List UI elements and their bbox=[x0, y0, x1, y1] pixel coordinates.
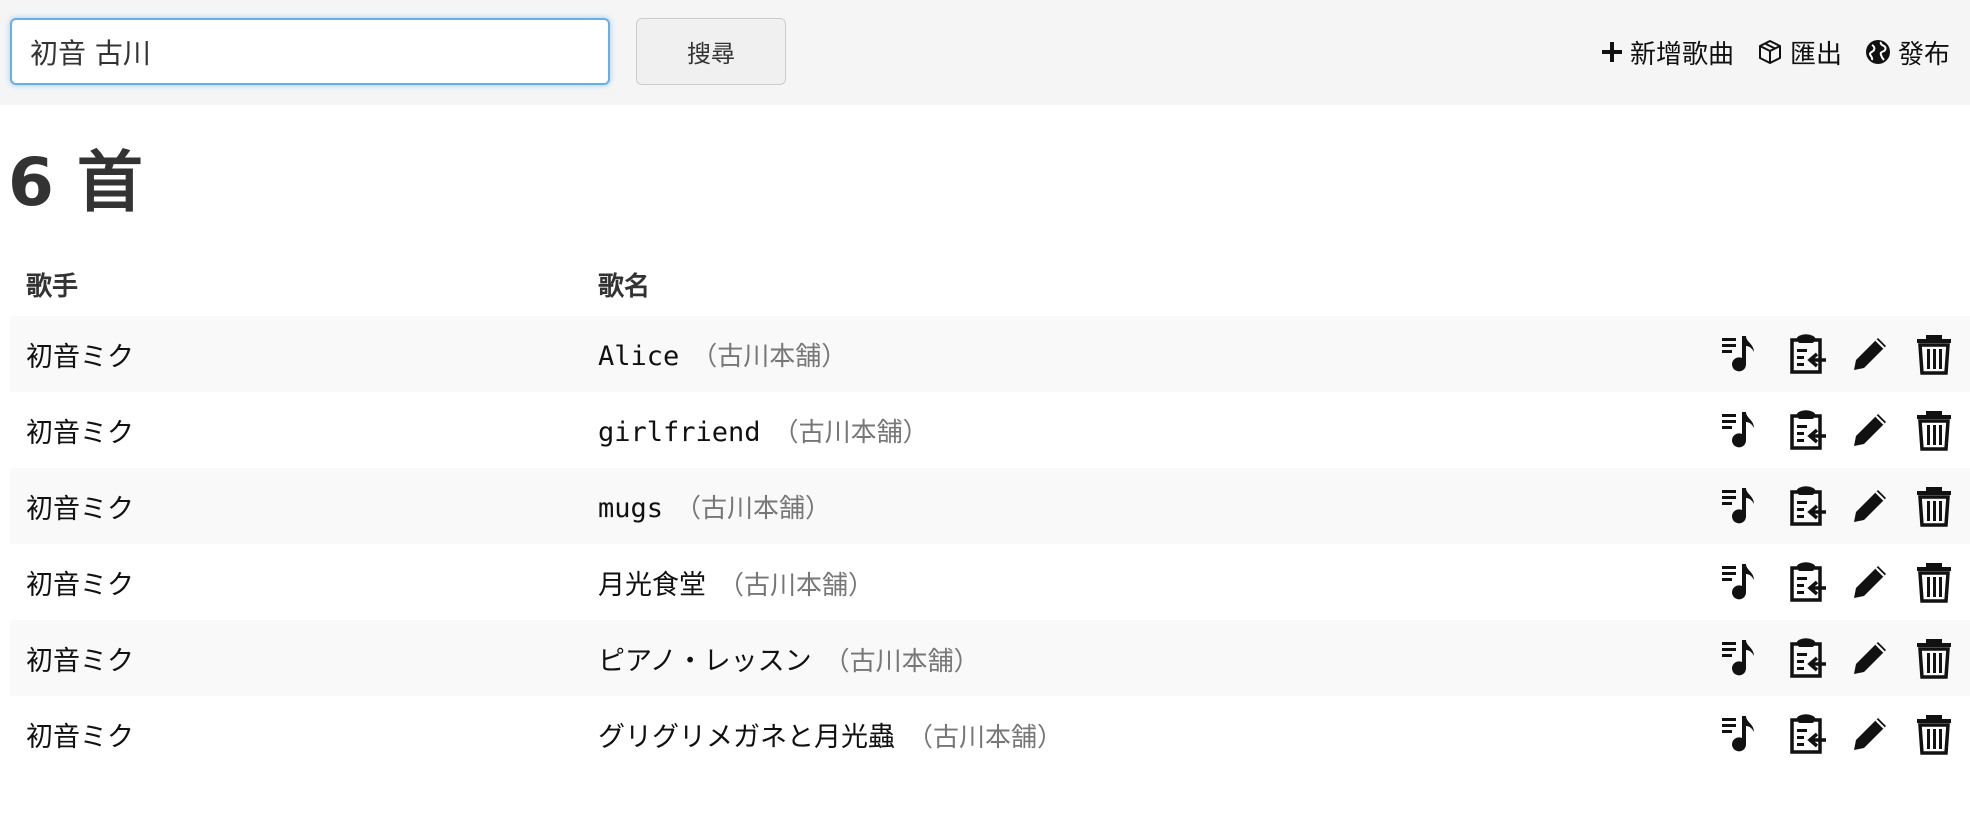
table-header: 歌手 歌名 bbox=[10, 252, 1970, 316]
row-actions bbox=[1720, 332, 1970, 376]
table-row: 初音ミク mugs （古川本舗） bbox=[10, 468, 1970, 544]
trash-icon[interactable] bbox=[1912, 560, 1956, 604]
title-cell: グリグリメガネと月光蟲 （古川本舗） bbox=[598, 715, 1720, 754]
trash-icon[interactable] bbox=[1912, 408, 1956, 452]
add-song-button[interactable]: 新增歌曲 bbox=[1600, 34, 1734, 71]
trash-icon[interactable] bbox=[1912, 484, 1956, 528]
row-actions bbox=[1720, 484, 1970, 528]
clipboard-import-icon[interactable] bbox=[1784, 636, 1828, 680]
playlist-music-icon[interactable] bbox=[1720, 712, 1764, 756]
globe-icon bbox=[1864, 38, 1892, 66]
table-row: 初音ミク girlfriend （古川本舗） bbox=[10, 392, 1970, 468]
song-title: girlfriend bbox=[598, 416, 761, 448]
artist-cell: 初音ミク bbox=[26, 721, 134, 753]
title-cell: 月光食堂 （古川本舗） bbox=[598, 563, 1720, 602]
title-cell: ピアノ・レッスン （古川本舗） bbox=[598, 639, 1720, 678]
artist-cell: 初音ミク bbox=[26, 417, 134, 449]
song-title: ピアノ・レッスン bbox=[598, 645, 812, 677]
export-label: 匯出 bbox=[1789, 39, 1842, 70]
clipboard-import-icon[interactable] bbox=[1784, 484, 1828, 528]
song-title: 月光食堂 bbox=[598, 569, 706, 601]
artist-cell: 初音ミク bbox=[26, 341, 134, 373]
song-count-heading: 6 首 bbox=[8, 144, 143, 221]
playlist-music-icon[interactable] bbox=[1720, 408, 1764, 452]
song-album: （古川本舗） bbox=[691, 341, 848, 372]
table-body: 初音ミク Alice （古川本舗） 初音ミク girlfriend （古川本舗） bbox=[10, 316, 1970, 772]
artist-cell: 初音ミク bbox=[26, 645, 134, 677]
table-row: 初音ミク Alice （古川本舗） bbox=[10, 316, 1970, 392]
clipboard-import-icon[interactable] bbox=[1784, 560, 1828, 604]
song-album: （古川本舗） bbox=[718, 570, 875, 601]
search-input[interactable] bbox=[10, 18, 610, 85]
publish-label: 發布 bbox=[1897, 39, 1950, 70]
header-artist: 歌手 bbox=[26, 271, 79, 302]
pencil-icon[interactable] bbox=[1848, 560, 1892, 604]
pencil-icon[interactable] bbox=[1848, 408, 1892, 452]
clipboard-import-icon[interactable] bbox=[1784, 332, 1828, 376]
table-row: 初音ミク ピアノ・レッスン （古川本舗） bbox=[10, 620, 1970, 696]
playlist-music-icon[interactable] bbox=[1720, 560, 1764, 604]
box-icon bbox=[1756, 38, 1784, 66]
trash-icon[interactable] bbox=[1912, 332, 1956, 376]
title-cell: mugs （古川本舗） bbox=[598, 488, 1720, 525]
table-row: 初音ミク グリグリメガネと月光蟲 （古川本舗） bbox=[10, 696, 1970, 772]
playlist-music-icon[interactable] bbox=[1720, 636, 1764, 680]
song-title: グリグリメガネと月光蟲 bbox=[598, 721, 895, 753]
publish-button[interactable]: 發布 bbox=[1864, 34, 1950, 71]
playlist-music-icon[interactable] bbox=[1720, 484, 1764, 528]
toolbar-actions: 新增歌曲 匯出 發布 bbox=[1600, 30, 1950, 74]
pencil-icon[interactable] bbox=[1848, 636, 1892, 680]
plus-icon bbox=[1600, 40, 1624, 64]
row-actions bbox=[1720, 636, 1970, 680]
pencil-icon[interactable] bbox=[1848, 484, 1892, 528]
songs-table: 歌手 歌名 初音ミク Alice （古川本舗） 初音ミク girlfriend … bbox=[10, 252, 1970, 772]
header-title: 歌名 bbox=[598, 271, 651, 302]
row-actions bbox=[1720, 712, 1970, 756]
song-album: （古川本舗） bbox=[907, 722, 1064, 753]
search-button[interactable]: 搜尋 bbox=[636, 18, 786, 85]
song-title: mugs bbox=[598, 492, 664, 524]
add-song-label: 新增歌曲 bbox=[1629, 39, 1734, 70]
clipboard-import-icon[interactable] bbox=[1784, 408, 1828, 452]
artist-cell: 初音ミク bbox=[26, 569, 134, 601]
playlist-music-icon[interactable] bbox=[1720, 332, 1764, 376]
pencil-icon[interactable] bbox=[1848, 332, 1892, 376]
row-actions bbox=[1720, 560, 1970, 604]
table-row: 初音ミク 月光食堂 （古川本舗） bbox=[10, 544, 1970, 620]
song-title: Alice bbox=[598, 340, 680, 372]
title-cell: girlfriend （古川本舗） bbox=[598, 412, 1720, 449]
title-cell: Alice （古川本舗） bbox=[598, 336, 1720, 373]
trash-icon[interactable] bbox=[1912, 712, 1956, 756]
song-album: （古川本舗） bbox=[675, 493, 832, 524]
pencil-icon[interactable] bbox=[1848, 712, 1892, 756]
artist-cell: 初音ミク bbox=[26, 493, 134, 525]
trash-icon[interactable] bbox=[1912, 636, 1956, 680]
clipboard-import-icon[interactable] bbox=[1784, 712, 1828, 756]
export-button[interactable]: 匯出 bbox=[1756, 34, 1842, 71]
song-album: （古川本舗） bbox=[823, 646, 980, 677]
song-album: （古川本舗） bbox=[772, 417, 929, 448]
row-actions bbox=[1720, 408, 1970, 452]
top-toolbar: 搜尋 新增歌曲 匯出 發布 bbox=[0, 0, 1970, 105]
